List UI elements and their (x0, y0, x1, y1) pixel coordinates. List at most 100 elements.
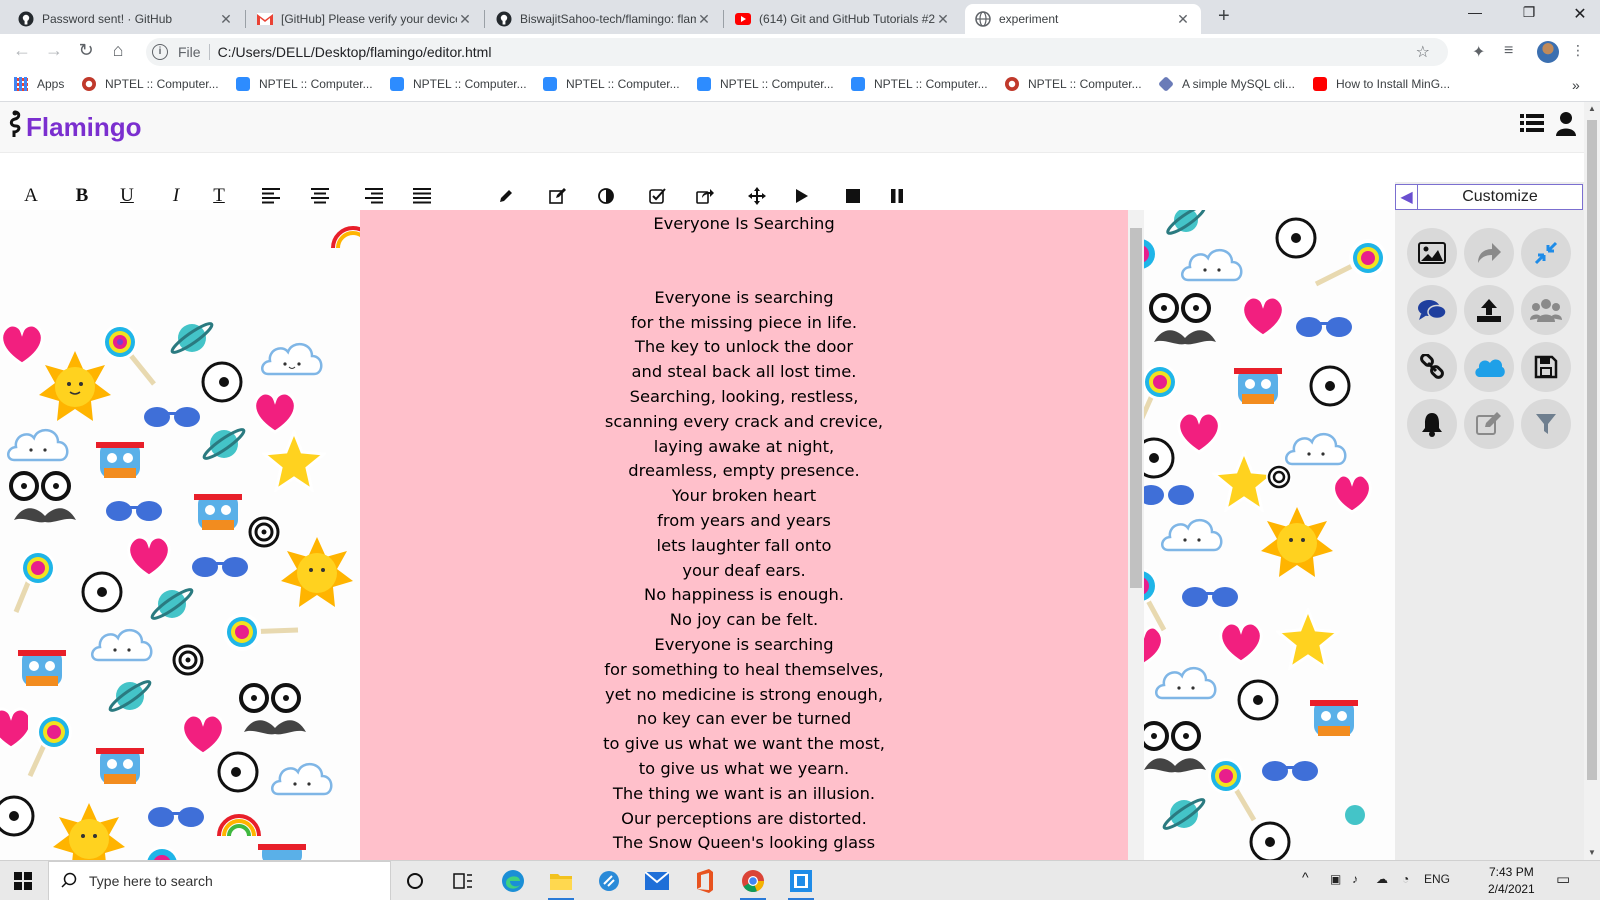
file-explorer-icon[interactable] (544, 867, 578, 900)
page-scrollbar-thumb[interactable] (1587, 120, 1597, 780)
user-icon[interactable] (1556, 112, 1576, 139)
bookmark-item[interactable]: A simple MySQL cli... (1158, 76, 1295, 92)
strikethrough-text-icon[interactable]: T (206, 184, 232, 208)
list-icon[interactable] (1520, 112, 1544, 137)
lollipop-icon (223, 613, 299, 651)
tray-overflow-icon[interactable]: ^ (1302, 869, 1309, 885)
browser-tab[interactable]: [GitHub] Please verify your device ✕ (247, 4, 483, 34)
menu-icon[interactable]: ⋮ (1571, 42, 1585, 59)
play-icon[interactable] (789, 184, 815, 208)
edit-icon[interactable] (545, 184, 571, 208)
close-icon[interactable]: ✕ (696, 11, 712, 28)
browser-tab[interactable]: BiswajitSahoo-tech/flamingo: flamingo ✕ (486, 4, 722, 34)
poem-content[interactable]: Everyone Is Searching Everyone is search… (360, 212, 1128, 856)
windows-start-icon[interactable] (14, 872, 32, 893)
profile-avatar[interactable] (1537, 41, 1559, 63)
font-icon[interactable]: A (18, 184, 44, 208)
scroll-down-icon[interactable]: ▼ (1588, 848, 1596, 857)
bold-icon[interactable]: B (69, 184, 95, 208)
browser-tab[interactable]: Password sent! · GitHub ✕ (8, 4, 244, 34)
app-logo[interactable]: Flamingo (6, 110, 142, 144)
close-icon[interactable]: ✕ (457, 11, 473, 28)
info-icon[interactable]: i (152, 44, 168, 60)
bookmark-item[interactable]: How to Install MinG... (1313, 77, 1450, 91)
italic-icon[interactable]: I (163, 184, 189, 208)
home-icon[interactable]: ⌂ (106, 40, 130, 61)
onedrive-icon[interactable]: ☁ (1376, 872, 1388, 886)
minimize-icon[interactable]: — (1460, 4, 1490, 20)
bookmark-item[interactable]: NPTEL :: Computer... (851, 77, 988, 91)
align-center-icon[interactable] (307, 184, 333, 208)
page-scrollbar[interactable]: ▲ ▼ (1584, 102, 1600, 860)
extensions-icon[interactable]: ✦ (1472, 42, 1485, 62)
filter-icon[interactable] (1521, 399, 1571, 449)
taskbar-clock[interactable]: 7:43 PM 2/4/2021 (1488, 864, 1535, 898)
pause-icon[interactable] (884, 184, 910, 208)
image-icon[interactable] (1407, 228, 1457, 278)
edit-square-icon[interactable] (1464, 399, 1514, 449)
upload-icon[interactable] (1464, 285, 1514, 335)
bookmark-item[interactable]: NPTEL :: Computer... (697, 77, 834, 91)
edge-icon[interactable] (496, 867, 530, 895)
bookmark-star-icon[interactable]: ☆ (1416, 42, 1430, 62)
address-bar[interactable]: i File C:/Users/DELL/Desktop/flamingo/ed… (146, 38, 1448, 66)
media-control-icon[interactable]: ≡ (1504, 42, 1513, 60)
office-icon[interactable] (688, 867, 722, 895)
reload-icon[interactable]: ↻ (74, 40, 98, 61)
share-icon[interactable] (692, 184, 718, 208)
taskbar-search-box[interactable]: Type here to search (48, 861, 391, 900)
back-icon[interactable]: ← (10, 40, 34, 61)
move-icon[interactable] (744, 184, 770, 208)
comments-icon[interactable] (1407, 285, 1457, 335)
users-icon[interactable] (1521, 285, 1571, 335)
link-icon[interactable] (1407, 342, 1457, 392)
share-arrow-icon[interactable] (1464, 228, 1514, 278)
close-icon[interactable]: ✕ (935, 11, 951, 28)
bookmark-item[interactable]: NPTEL :: Computer... (236, 77, 373, 91)
forward-icon[interactable]: → (42, 40, 66, 61)
task-view-icon[interactable] (446, 867, 480, 895)
language-indicator[interactable]: ENG (1424, 872, 1450, 886)
align-right-icon[interactable] (361, 184, 387, 208)
arrow-left-icon[interactable]: ◀ (1396, 185, 1418, 209)
more-bookmarks-icon[interactable]: » (1572, 77, 1580, 93)
close-icon[interactable]: ✕ (1175, 11, 1191, 28)
close-icon[interactable]: ✕ (218, 11, 234, 28)
bookmark-apps[interactable]: Apps (14, 77, 64, 91)
scroll-up-icon[interactable]: ▲ (1588, 104, 1596, 113)
customize-header[interactable]: ◀ Customize (1395, 184, 1583, 210)
wifi-icon[interactable]: ◔ (1402, 872, 1409, 886)
cortana-icon[interactable] (398, 867, 432, 895)
compress-icon[interactable] (1521, 228, 1571, 278)
align-justify-icon[interactable] (409, 184, 435, 208)
app-icon[interactable] (592, 867, 626, 895)
close-window-icon[interactable]: ✕ (1565, 4, 1595, 24)
meet-icon[interactable]: ▣ (1330, 872, 1341, 886)
terminal-icon[interactable] (784, 867, 818, 900)
contrast-icon[interactable] (593, 184, 619, 208)
underline-icon[interactable]: U (114, 184, 140, 208)
restore-icon[interactable]: ❐ (1514, 4, 1544, 21)
bookmark-item[interactable]: NPTEL :: Computer... (390, 77, 527, 91)
checkbox-icon[interactable] (645, 184, 671, 208)
bookmark-item[interactable]: NPTEL :: Computer... (1005, 77, 1142, 91)
volume-icon[interactable]: ♪ (1352, 872, 1358, 886)
browser-tab[interactable]: (614) Git and GitHub Tutorials #2 ✕ (725, 4, 961, 34)
url-text[interactable]: C:/Users/DELL/Desktop/flamingo/editor.ht… (218, 44, 492, 60)
browser-tab-active[interactable]: experiment ✕ (965, 4, 1201, 34)
save-icon[interactable] (1521, 342, 1571, 392)
bookmark-item[interactable]: NPTEL :: Computer... (543, 77, 680, 91)
pencil-icon[interactable] (493, 184, 519, 208)
cloud-icon[interactable] (1464, 342, 1514, 392)
text-editor[interactable]: Everyone Is Searching Everyone is search… (360, 210, 1128, 860)
align-left-icon[interactable] (258, 184, 284, 208)
new-tab-button[interactable]: + (1218, 5, 1230, 28)
bell-icon[interactable] (1407, 399, 1457, 449)
editor-scrollbar-thumb[interactable] (1130, 228, 1142, 588)
chrome-icon[interactable] (736, 867, 770, 900)
mail-icon[interactable] (640, 867, 674, 895)
bookmark-item[interactable]: NPTEL :: Computer... (82, 77, 219, 91)
notifications-icon[interactable]: ▭ (1556, 870, 1570, 888)
editor-scrollbar[interactable] (1128, 210, 1144, 860)
stop-icon[interactable] (840, 184, 866, 208)
